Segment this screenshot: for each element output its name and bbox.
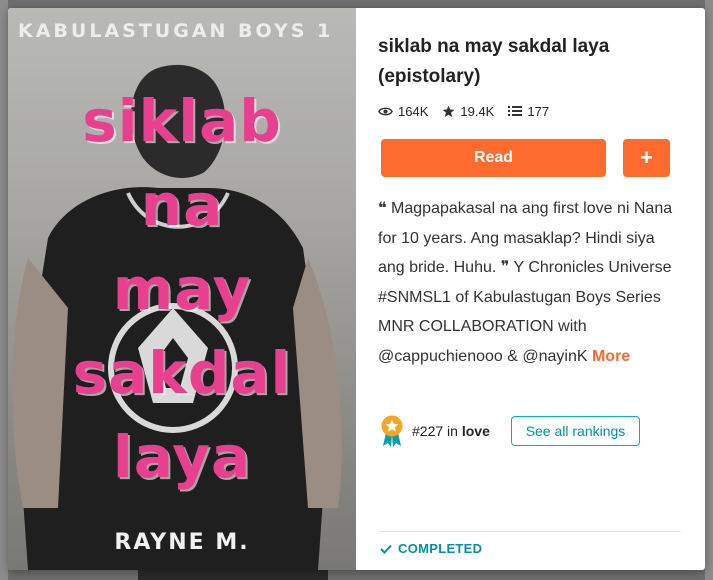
parts-stat: 177: [508, 104, 549, 119]
story-title[interactable]: siklab na may sakdal laya (epistolary): [378, 32, 678, 92]
see-all-rankings-button[interactable]: See all rankings: [511, 416, 640, 446]
cover-series-label: KABULASTUGAN BOYS 1: [18, 20, 334, 42]
cover-title-line: may: [112, 255, 252, 323]
reads-stat: 164K: [378, 104, 428, 119]
cover-title-line: na: [140, 171, 224, 239]
cover-title-line: sakdal: [72, 339, 292, 407]
list-icon: [508, 106, 523, 116]
story-cover[interactable]: KABULASTUGAN BOYS 1 siklab na may sakdal…: [8, 8, 356, 570]
description-text: ❝ Magpapakasal na ang first love ni Nana…: [378, 200, 673, 365]
parts-count: 177: [527, 103, 550, 119]
ribbon-badge-icon: [381, 415, 403, 447]
reads-count: 164K: [398, 103, 429, 119]
rank-text: #227 in love: [412, 423, 490, 439]
more-link[interactable]: More: [592, 348, 630, 365]
status-label: COMPLETED: [398, 541, 483, 556]
star-icon: [443, 105, 455, 117]
eye-icon: [378, 107, 393, 115]
background-page-edge-left: [0, 0, 8, 580]
completed-status: COMPLETED: [380, 541, 482, 556]
story-stats: 164K 19.4K 177: [378, 102, 563, 120]
rank-number: #227: [412, 423, 444, 439]
votes-count: 19.4K: [460, 103, 495, 119]
story-description: ❝ Magpapakasal na ang first love ni Nana…: [378, 194, 678, 371]
votes-stat: 19.4K: [442, 104, 494, 119]
read-button[interactable]: Read: [381, 139, 606, 177]
rank-tag[interactable]: love: [462, 423, 490, 439]
cover-title-line: laya: [112, 423, 252, 491]
story-preview-modal: KABULASTUGAN BOYS 1 siklab na may sakdal…: [8, 8, 705, 570]
check-icon: [380, 544, 392, 554]
divider: [378, 531, 681, 532]
story-info-panel: siklab na may sakdal laya (epistolary) 1…: [378, 8, 684, 570]
rank-in: in: [447, 423, 458, 439]
ranking-row: #227 in love: [378, 413, 490, 449]
add-to-library-button[interactable]: +: [623, 139, 670, 177]
cover-author: RAYNE M.: [114, 530, 250, 555]
background-page-edge-right: [705, 0, 713, 580]
cover-title-line: siklab: [82, 87, 282, 155]
